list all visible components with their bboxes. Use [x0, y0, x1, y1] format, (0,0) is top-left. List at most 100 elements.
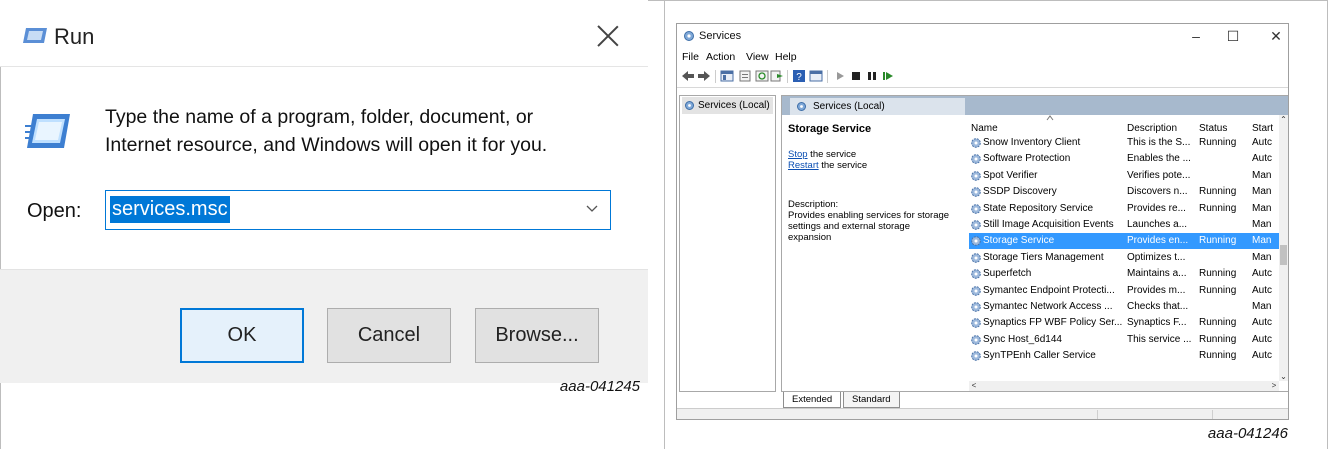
- start-service-icon[interactable]: [833, 69, 847, 83]
- stop-service-icon[interactable]: [849, 69, 863, 83]
- service-status: Running: [1199, 284, 1237, 296]
- list-header: Name Description Status Start: [969, 115, 1288, 134]
- vertical-scrollbar[interactable]: ⌃ ⌄: [1279, 115, 1288, 381]
- table-row[interactable]: Storage Tiers Management Optimizes t... Ma…: [969, 250, 1279, 266]
- menu-action[interactable]: Action: [706, 51, 735, 63]
- show-hide-action-pane-icon[interactable]: [809, 69, 823, 83]
- service-description: Checks that...: [1127, 301, 1189, 312]
- run-titlebar[interactable]: Run: [0, 0, 648, 66]
- service-startup-type: Autc: [1252, 153, 1273, 165]
- service-status: Running: [1199, 268, 1237, 280]
- table-row[interactable]: Still Image Acquisition Events Launches a…: [969, 217, 1279, 233]
- service-startup-type: Autc: [1252, 350, 1273, 362]
- services-window: Services – ☐ ✕ File Action View Help ? S…: [676, 23, 1289, 420]
- stop-service-text: the service: [807, 149, 857, 160]
- figure-code: aaa-041245: [559, 378, 640, 395]
- forward-arrow-icon[interactable]: [697, 69, 711, 83]
- run-message-line: Internet resource, and Windows will open…: [105, 134, 548, 156]
- menu-help[interactable]: Help: [775, 51, 797, 63]
- pause-service-icon[interactable]: [865, 69, 879, 83]
- scroll-up-icon[interactable]: ⌃: [1279, 115, 1288, 124]
- figure-code: aaa-041246: [1207, 425, 1288, 442]
- scroll-thumb[interactable]: [1280, 245, 1287, 265]
- table-row[interactable]: SynTPEnh Caller Service Running Autc: [969, 348, 1279, 364]
- tab-standard[interactable]: Standard: [843, 392, 900, 408]
- menu-view[interactable]: View: [746, 51, 769, 63]
- service-name: State Repository Service: [983, 202, 1094, 214]
- close-icon[interactable]: [596, 24, 620, 48]
- table-row[interactable]: SSDP Discovery Discovers n... Running Man: [969, 184, 1279, 200]
- service-startup-type: Man: [1252, 202, 1272, 214]
- titlebar-separator: [0, 66, 648, 67]
- details-header: Services (Local): [782, 96, 1288, 115]
- run-title: Run: [54, 24, 95, 49]
- chevron-down-icon[interactable]: [584, 200, 600, 216]
- tree-item-services-local[interactable]: Services (Local): [682, 97, 773, 114]
- service-name: SSDP Discovery: [983, 186, 1057, 198]
- table-row[interactable]: Spot Verifier Verifies pote... Man: [969, 168, 1279, 184]
- maximize-icon[interactable]: ☐: [1218, 27, 1248, 45]
- column-header-startup-type[interactable]: Start: [1252, 123, 1273, 134]
- back-arrow-icon[interactable]: [681, 69, 695, 83]
- restart-service-link[interactable]: Restart: [788, 160, 819, 171]
- refresh-icon[interactable]: [755, 69, 769, 83]
- service-gear-icon: [971, 138, 981, 148]
- details-pane: Services (Local) Storage Service Stop th…: [781, 95, 1288, 392]
- properties-icon[interactable]: [738, 69, 752, 83]
- table-row[interactable]: State Repository Service Provides re... Ru…: [969, 201, 1279, 217]
- service-name: Software Protection: [983, 153, 1071, 165]
- selected-service-title: Storage Service: [788, 123, 872, 135]
- service-description: Enables the ...: [1127, 153, 1191, 165]
- help-icon[interactable]: ?: [792, 69, 806, 83]
- column-header-description[interactable]: Description: [1127, 123, 1177, 134]
- description-text: settings and external storage: [788, 221, 910, 232]
- service-startup-type: Man: [1252, 251, 1272, 263]
- service-gear-icon: [971, 154, 981, 165]
- tab-extended[interactable]: Extended: [783, 392, 842, 408]
- service-startup-type: Autc: [1252, 137, 1273, 148]
- stop-service-link[interactable]: Stop: [788, 149, 808, 160]
- scroll-right-icon[interactable]: >: [1269, 381, 1279, 391]
- table-row[interactable]: Superfetch Maintains a... Running Autc: [969, 266, 1279, 282]
- panel-divider: [664, 0, 665, 449]
- export-list-icon[interactable]: [770, 69, 784, 83]
- scroll-down-icon[interactable]: ⌄: [1279, 372, 1288, 381]
- minimize-icon[interactable]: –: [1181, 27, 1211, 45]
- column-header-status[interactable]: Status: [1199, 123, 1227, 134]
- service-description: Provides en...: [1127, 235, 1189, 247]
- services-titlebar[interactable]: Services – ☐ ✕: [677, 24, 1288, 49]
- view-tabs: Extended Standard: [781, 392, 1288, 408]
- service-description: Provides re...: [1127, 202, 1186, 214]
- scroll-left-icon[interactable]: <: [969, 381, 979, 391]
- restart-service-line: Restart the service: [788, 160, 867, 171]
- close-icon[interactable]: ✕: [1261, 27, 1288, 45]
- service-name: Spot Verifier: [983, 169, 1038, 181]
- ok-button[interactable]: OK: [180, 308, 304, 363]
- service-description: This is the S...: [1127, 137, 1191, 148]
- table-row[interactable]: Snow Inventory Client This is the S... Run…: [969, 135, 1279, 151]
- status-bar-divider: [1097, 410, 1098, 419]
- service-gear-icon: [971, 170, 981, 181]
- browse-button[interactable]: Browse...: [475, 308, 599, 363]
- show-console-tree-icon[interactable]: [720, 69, 734, 83]
- horizontal-scrollbar[interactable]: < >: [969, 381, 1279, 391]
- open-combobox[interactable]: services.msc: [105, 190, 611, 230]
- service-gear-icon: [971, 236, 981, 247]
- table-row[interactable]: Symantec Endpoint Protecti... Provides m.…: [969, 283, 1279, 299]
- table-row[interactable]: Synaptics FP WBF Policy Ser... Synaptics …: [969, 315, 1279, 331]
- open-input[interactable]: services.msc: [110, 196, 230, 223]
- table-row[interactable]: Sync Host_6d144 This service ... Running Au…: [969, 332, 1279, 348]
- cancel-button[interactable]: Cancel: [327, 308, 451, 363]
- service-gear-icon: [971, 252, 981, 263]
- table-row[interactable]: Software Protection Enables the ... Autc: [969, 151, 1279, 167]
- table-row[interactable]: Storage Service Provides en... Running Man: [969, 233, 1279, 250]
- column-header-name[interactable]: Name: [971, 123, 998, 134]
- table-row[interactable]: Symantec Network Access ... Checks that..…: [969, 299, 1279, 315]
- status-bar-divider: [1212, 410, 1213, 419]
- sort-ascending-icon: [1046, 115, 1054, 121]
- run-instructions: Type the name of a program, folder, docu…: [105, 103, 625, 159]
- service-description: Launches a...: [1127, 219, 1188, 230]
- menu-file[interactable]: File: [682, 51, 699, 63]
- stop-service-line: Stop the service: [788, 149, 856, 160]
- restart-service-icon[interactable]: [881, 69, 895, 83]
